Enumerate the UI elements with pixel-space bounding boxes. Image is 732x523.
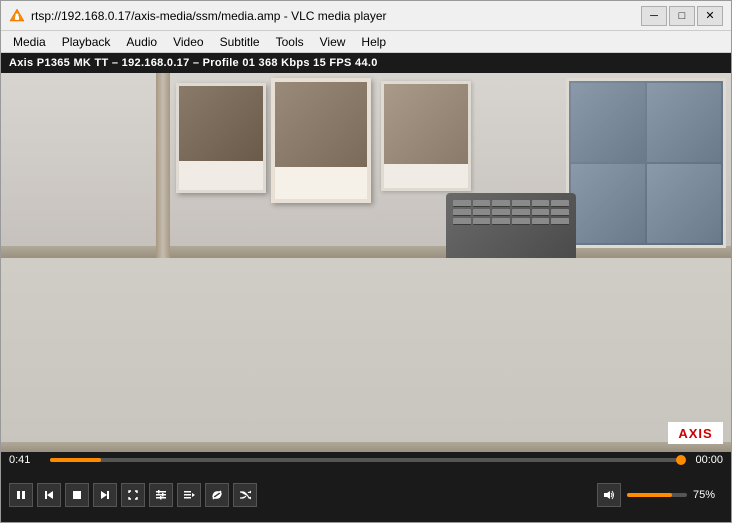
controls-area: 0:41 00:00 [1,452,731,522]
photo-cell-4 [647,164,721,243]
key [492,218,510,225]
pause-button[interactable] [9,483,33,507]
key [512,218,530,225]
photo-image-1 [179,86,263,161]
controls-right: 75% [597,483,723,507]
stream-status-bar: Axis P1365 MK TT – 192.168.0.17 – Profil… [1,53,731,73]
top-shelf [1,73,731,258]
keypad-device [446,193,576,263]
extended-settings-button[interactable] [149,483,173,507]
photo-image-3 [569,81,723,245]
photo-cell-2 [647,83,721,162]
volume-percentage: 75% [693,489,723,501]
photo-image-4 [384,84,468,164]
key [453,200,471,207]
controls-row: 75% [1,468,731,522]
shelf-board-bottom [1,442,731,452]
video-content: CCTV IntelligentNetwork Video Understand… [1,73,731,452]
video-area[interactable]: CCTV IntelligentNetwork Video Understand… [1,73,731,452]
random-button[interactable] [233,483,257,507]
key [532,209,550,216]
bottom-shelf: CCTV IntelligentNetwork Video Understand… [1,258,731,452]
loop-button[interactable] [205,483,229,507]
vlc-icon [9,8,25,24]
photo-cell-3 [571,164,645,243]
photo-cell-1 [571,83,645,162]
shelf-scene: CCTV IntelligentNetwork Video Understand… [1,73,731,452]
menu-media[interactable]: Media [5,31,54,52]
close-button[interactable]: ✕ [697,6,723,26]
volume-fill [627,493,672,497]
volume-track[interactable] [627,493,687,497]
menu-subtitle[interactable]: Subtitle [212,31,268,52]
key [532,200,550,207]
playlist-button[interactable] [177,483,201,507]
menu-playback[interactable]: Playback [54,31,119,52]
progress-track[interactable] [50,458,682,462]
key [551,209,569,216]
volume-button[interactable] [597,483,621,507]
key [473,218,491,225]
menu-audio[interactable]: Audio [118,31,165,52]
progress-handle [676,455,686,465]
menu-help[interactable]: Help [353,31,394,52]
axis-logo: AXIS [668,422,723,444]
photo-frame-1 [176,83,266,193]
photo-frame-2 [271,78,371,203]
key [492,209,510,216]
fullscreen-button[interactable] [121,483,145,507]
photo-frame-4 [381,81,471,191]
key [473,200,491,207]
key [532,218,550,225]
controls-left [9,483,597,507]
key [492,200,510,207]
menu-tools[interactable]: Tools [268,31,312,52]
time-current: 0:41 [9,454,44,466]
photo-frame-3 [566,78,726,248]
key [551,200,569,207]
progress-fill [50,458,101,462]
keypad-keys [450,197,572,228]
key [473,209,491,216]
menu-video[interactable]: Video [165,31,211,52]
window-title: rtsp://192.168.0.17/axis-media/ssm/media… [31,9,641,23]
stop-button[interactable] [65,483,89,507]
time-total: 00:00 [688,454,723,466]
key [453,209,471,216]
axis-logo-text: AXIS [678,426,712,441]
key [512,200,530,207]
skip-forward-button[interactable] [93,483,117,507]
key [551,218,569,225]
progress-bar-area: 0:41 00:00 [1,452,731,468]
title-bar: rtsp://192.168.0.17/axis-media/ssm/media… [1,1,731,31]
vlc-window: rtsp://192.168.0.17/axis-media/ssm/media… [0,0,732,523]
maximize-button[interactable]: □ [669,6,695,26]
menu-bar: Media Playback Audio Video Subtitle Tool… [1,31,731,53]
stream-status-text: Axis P1365 MK TT – 192.168.0.17 – Profil… [9,57,378,69]
key [512,209,530,216]
key [453,218,471,225]
skip-back-button[interactable] [37,483,61,507]
photo-image-2 [275,82,367,167]
window-controls: ─ □ ✕ [641,6,723,26]
minimize-button[interactable]: ─ [641,6,667,26]
menu-view[interactable]: View [312,31,354,52]
